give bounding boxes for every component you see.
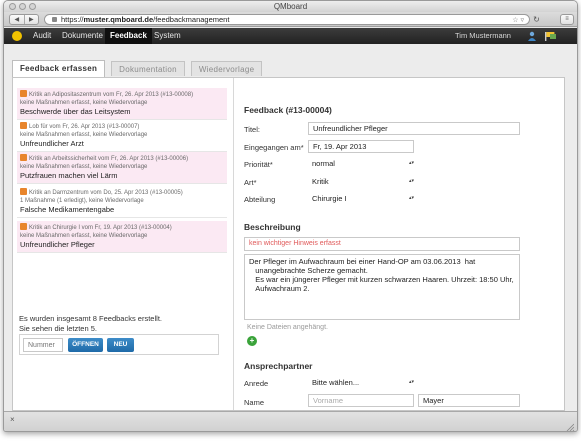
feedback-title: Unfreundlicher Arzt	[20, 139, 84, 148]
close-status-icon[interactable]: ×	[10, 415, 15, 424]
abteilung-select[interactable]: Chirurgie I ▴▾	[308, 192, 416, 205]
open-button[interactable]: ÖFFNEN	[68, 338, 103, 352]
summary-total: Es wurden insgesamt 8 Feedbacks erstellt…	[19, 314, 162, 323]
tab-feedback-erfassen[interactable]: Feedback erfassen	[12, 60, 106, 77]
address-bar[interactable]: https://muster.qmboard.de/feedbackmanage…	[44, 14, 530, 25]
nachname-input[interactable]: Mayer	[418, 394, 520, 407]
eingegangen-date-input[interactable]: Fr, 19. Apr 2013	[308, 140, 414, 153]
new-button[interactable]: NEU	[107, 338, 134, 352]
contact-heading: Ansprechpartner	[244, 361, 313, 371]
nav-item-dokumente[interactable]: Dokumente	[57, 28, 108, 44]
eingegangen-label: Eingegangen am*	[244, 143, 304, 152]
lock-icon	[52, 17, 57, 22]
reload-icon[interactable]: ↻	[531, 14, 542, 25]
feedback-meta: Kritik an Chirurgie I vom Fr, 19. Apr 20…	[29, 225, 172, 231]
art-label: Art*	[244, 178, 257, 187]
feedback-status: keine Maßnahmen erfasst, keine Wiedervor…	[20, 164, 148, 170]
feedback-title: Beschwerde über das Leitsystem	[20, 107, 131, 116]
anrede-label: Anrede	[244, 379, 269, 388]
feedback-list-item[interactable]: Kritik an Darmzentrum vom Do, 25. Apr 20…	[17, 186, 227, 218]
history-buttons: ◀ ▶	[9, 14, 39, 25]
column-divider	[233, 78, 234, 410]
feedback-list-item[interactable]: Lob für vom Fr, 26. Apr 2013 (#13-00007)…	[17, 120, 227, 152]
notification-icon[interactable]	[544, 31, 558, 41]
browser-toolbar: ◀ ▶ https://muster.qmboard.de/feedbackma…	[4, 12, 577, 27]
resize-grip-icon[interactable]	[566, 423, 574, 431]
qmboard-logo-icon[interactable]	[12, 31, 22, 41]
forward-icon[interactable]: ▶	[23, 15, 39, 24]
open-feedback-box: ÖFFNEN NEU	[19, 334, 219, 355]
url-prefix: https://	[61, 15, 84, 24]
detail-heading: Feedback (#13-00004)	[244, 105, 332, 115]
art-select[interactable]: Kritik ▴▾	[308, 175, 416, 188]
prioritaet-value: normal	[312, 159, 335, 168]
feedback-meta: Lob für vom Fr, 26. Apr 2013 (#13-00007)	[29, 124, 140, 130]
feedback-summary: Es wurden insgesamt 8 Feedbacks erstellt…	[19, 314, 162, 334]
important-note-field[interactable]: kein wichtiger Hinweis erfasst	[244, 237, 520, 251]
feedback-title: Unfreundlicher Pfleger	[20, 240, 95, 249]
titel-label: Titel:	[244, 125, 260, 134]
feedback-icon	[20, 188, 27, 195]
feedback-status: keine Maßnahmen erfasst, keine Wiedervor…	[20, 132, 148, 138]
select-caret-icon: ▴▾	[408, 379, 414, 385]
anrede-select[interactable]: Bitte wählen... ▴▾	[308, 376, 416, 389]
url-path: /feedbackmanagement	[153, 15, 230, 24]
feedback-list-item[interactable]: Kritik an Adipositaszentrum vom Fr, 26. …	[17, 88, 227, 120]
prioritaet-select[interactable]: normal ▴▾	[308, 157, 416, 170]
add-file-icon[interactable]: +	[247, 336, 257, 346]
nav-item-system[interactable]: System	[149, 28, 186, 44]
select-caret-icon: ▴▾	[408, 160, 414, 166]
feedback-meta: Kritik an Darmzentrum vom Do, 25. Apr 20…	[29, 190, 183, 196]
beschreibung-textarea[interactable]: Der Pfleger im Aufwachraum bei einer Han…	[244, 254, 520, 320]
back-icon[interactable]: ◀	[10, 15, 24, 24]
window-title: QMboard	[273, 2, 308, 11]
abteilung-value: Chirurgie I	[312, 194, 347, 203]
feedback-title: Putzfrauen machen viel Lärm	[20, 171, 118, 180]
files-note: Keine Dateien angehängt.	[247, 324, 328, 331]
feedback-meta: Kritik an Adipositaszentrum vom Fr, 26. …	[29, 92, 194, 98]
feedback-icon	[20, 90, 27, 97]
feedback-status: keine Maßnahmen erfasst, keine Wiedervor…	[20, 233, 148, 239]
tab-wiedervorlage[interactable]: Wiedervorlage	[190, 61, 263, 76]
tab-dokumentation[interactable]: Dokumentation	[111, 61, 185, 76]
art-value: Kritik	[312, 177, 329, 186]
select-caret-icon: ▴▾	[408, 178, 414, 184]
feedback-title: Falsche Medikamentengabe	[20, 205, 115, 214]
tab-bar: Feedback erfassen Dokumentation Wiedervo…	[12, 60, 263, 77]
browser-menu-icon[interactable]: ≡	[560, 14, 574, 25]
prioritaet-label: Priorität*	[244, 160, 273, 169]
summary-shown: Sie sehen die letzten 5.	[19, 324, 97, 333]
beschreibung-heading: Beschreibung	[244, 222, 301, 232]
vorname-input[interactable]: Vorname	[308, 394, 414, 407]
name-label: Name	[244, 398, 265, 407]
feedback-list-item[interactable]: Kritik an Arbeitssicherheit vom Fr, 26. …	[17, 152, 227, 184]
feedback-icon	[20, 223, 27, 230]
title-bar: QMboard	[4, 1, 577, 12]
feedback-icon	[20, 122, 27, 129]
status-bar: ×	[4, 411, 577, 431]
feedback-meta: Kritik an Arbeitssicherheit vom Fr, 26. …	[29, 156, 189, 162]
select-caret-icon: ▴▾	[408, 195, 414, 201]
nav-item-audit[interactable]: Audit	[28, 28, 56, 44]
browser-window: QMboard ◀ ▶ https://muster.qmboard.de/fe…	[3, 0, 578, 432]
feedback-list-column: Kritik an Adipositaszentrum vom Fr, 26. …	[13, 78, 233, 410]
number-input[interactable]	[23, 338, 63, 352]
user-icon[interactable]	[527, 31, 537, 41]
tab-panel: Kritik an Adipositaszentrum vom Fr, 26. …	[12, 77, 565, 411]
feedback-detail-form: Feedback (#13-00004) Titel: Unfreundlich…	[244, 78, 562, 410]
feedback-status: keine Maßnahmen erfasst, keine Wiedervor…	[20, 100, 148, 106]
vorname-placeholder: Vorname	[313, 396, 344, 405]
abteilung-label: Abteilung	[244, 195, 276, 204]
bookmark-star-icon[interactable]: ☆ ▿	[512, 16, 524, 26]
url-host: muster.qmboard.de	[83, 15, 154, 24]
titel-input[interactable]: Unfreundlicher Pfleger	[308, 122, 520, 135]
nav-item-feedback[interactable]: Feedback	[105, 28, 152, 44]
main-content: Feedback erfassen Dokumentation Wiedervo…	[4, 44, 577, 411]
feedback-list-item[interactable]: Kritik an Chirurgie I vom Fr, 19. Apr 20…	[17, 221, 227, 253]
feedback-icon	[20, 154, 27, 161]
feedback-status: 1 Maßnahme (1 erledigt), keine Wiedervor…	[20, 198, 144, 204]
app-navbar: Audit Dokumente Feedback System Tim Must…	[4, 28, 577, 44]
anrede-value: Bitte wählen...	[312, 378, 360, 387]
user-name[interactable]: Tim Mustermann	[455, 28, 511, 44]
